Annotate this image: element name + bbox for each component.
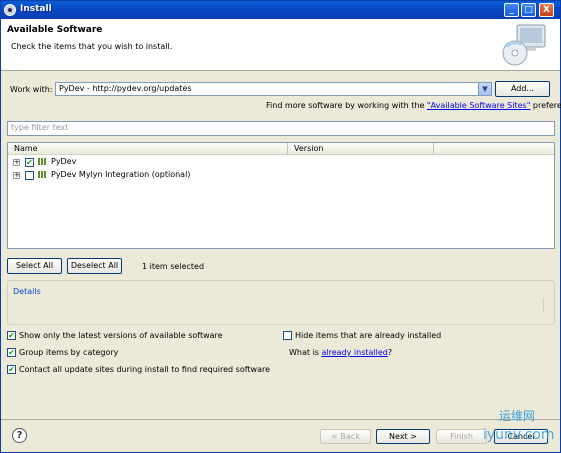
watermark-line1: 运维网: [499, 409, 536, 423]
group-by-category-label: Group items by category: [19, 348, 119, 357]
minimize-button[interactable]: _: [504, 3, 519, 17]
latest-versions-label: Show only the latest versions of availab…: [19, 331, 223, 340]
deselect-all-button[interactable]: Deselect All: [67, 258, 122, 274]
back-button[interactable]: < Back: [320, 429, 371, 444]
work-with-label: Work with:: [10, 85, 53, 94]
what-is-suffix: ?: [387, 348, 393, 357]
help-icon[interactable]: ?: [12, 428, 27, 443]
available-software-sites-link[interactable]: "Available Software Sites": [427, 101, 530, 110]
feature-icon: [38, 158, 50, 166]
details-group: Details: [7, 280, 555, 325]
column-name[interactable]: Name: [8, 143, 288, 155]
select-all-button[interactable]: Select All: [7, 258, 62, 274]
more-software-prefix: Find more software by working with the: [266, 101, 427, 110]
tree-row[interactable]: + ✔ PyDev: [8, 156, 554, 169]
hide-installed-checkbox[interactable]: [283, 331, 292, 340]
already-installed-link[interactable]: already installed: [322, 348, 388, 357]
what-is-prefix: What is: [289, 348, 322, 357]
row-checkbox[interactable]: ✔: [25, 158, 34, 167]
latest-versions-checkbox[interactable]: ✔: [7, 331, 16, 340]
install-dialog: Install _ □ X Available Software Check t…: [0, 0, 561, 453]
software-tree[interactable]: Name Version + ✔ PyDev + PyDev Mylyn Int…: [7, 142, 555, 249]
hide-installed-label: Hide items that are already installed: [295, 331, 442, 340]
column-version[interactable]: Version: [288, 143, 434, 155]
expand-icon[interactable]: +: [13, 172, 20, 179]
cancel-button[interactable]: Cancel: [494, 429, 548, 444]
work-with-combo[interactable]: PyDev - http://pydev.org/updates ▼: [55, 82, 492, 96]
details-label: Details: [13, 287, 41, 296]
more-software-text: Find more software by working with the "…: [266, 101, 561, 110]
page-title: Available Software: [7, 25, 103, 35]
page-subtitle: Check the items that you wish to install…: [11, 42, 173, 51]
row-name: PyDev Mylyn Integration (optional): [51, 170, 191, 179]
title-bar[interactable]: Install _ □ X: [1, 1, 560, 19]
contact-sites-checkbox[interactable]: ✔: [7, 365, 16, 374]
next-button[interactable]: Next >: [376, 429, 430, 444]
wizard-banner: Available Software Check the items that …: [1, 19, 560, 71]
row-checkbox[interactable]: [25, 171, 34, 180]
what-is-installed-text: What is already installed?: [289, 348, 392, 357]
window-title: Install: [20, 4, 52, 14]
close-button[interactable]: X: [539, 3, 554, 17]
install-software-icon: [502, 24, 546, 66]
add-site-button[interactable]: Add...: [495, 81, 550, 97]
filter-input[interactable]: [8, 122, 554, 133]
maximize-button[interactable]: □: [521, 3, 536, 17]
eclipse-app-icon: [4, 4, 16, 16]
row-name: PyDev: [51, 157, 77, 166]
selection-status: 1 item selected: [142, 262, 205, 271]
details-scrollbar[interactable]: [543, 298, 551, 312]
group-by-category-checkbox[interactable]: ✔: [7, 348, 16, 357]
expand-icon[interactable]: +: [13, 159, 20, 166]
work-with-value: PyDev - http://pydev.org/updates: [59, 84, 192, 93]
filter-field[interactable]: [7, 121, 555, 136]
more-software-suffix: preferences.: [532, 101, 561, 110]
tree-header: Name Version: [8, 143, 554, 155]
contact-sites-label: Contact all update sites during install …: [19, 365, 271, 374]
tree-row[interactable]: + PyDev Mylyn Integration (optional): [8, 169, 554, 182]
feature-icon: [38, 171, 50, 179]
finish-button[interactable]: Finish: [436, 429, 487, 444]
footer-separator: [1, 419, 560, 420]
chevron-down-icon[interactable]: ▼: [478, 83, 491, 95]
